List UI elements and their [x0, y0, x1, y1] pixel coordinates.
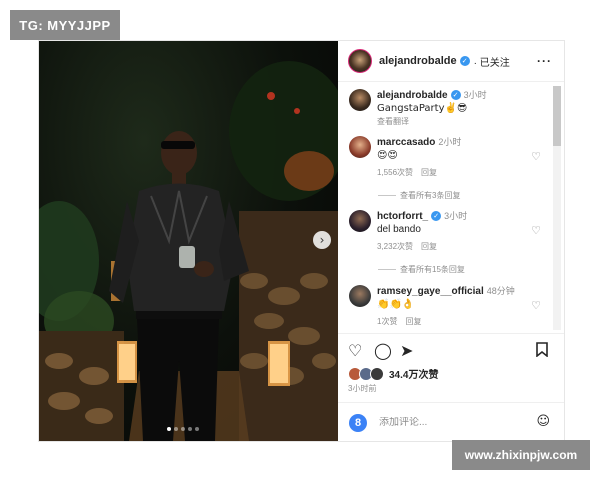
heart-icon[interactable]: ♡: [348, 342, 362, 360]
add-comment-bar: 8 ☺: [338, 402, 564, 441]
view-replies-link[interactable]: 查看所有3条回复: [378, 190, 460, 201]
comment-input[interactable]: [379, 417, 509, 428]
caption-text: GangstaParty✌️😎: [377, 103, 468, 114]
scrollbar-thumb[interactable]: [553, 86, 561, 146]
instagram-post-card: › alejandrobalde ✓ · 已关注 ··· alejandroba…: [38, 40, 565, 442]
author-avatar[interactable]: [348, 49, 372, 73]
comment-likes[interactable]: 1次赞: [377, 317, 397, 326]
comment-text: 👏👏👌: [377, 299, 415, 310]
caption-time: 3小时: [463, 90, 487, 100]
comment-like-icon[interactable]: ♡: [531, 299, 541, 312]
commenter-avatar[interactable]: [349, 210, 371, 232]
carousel-dot: [174, 427, 178, 431]
caption-username[interactable]: alejandrobalde: [377, 90, 448, 101]
verified-icon: ✓: [450, 90, 461, 101]
carousel-dot: [188, 427, 192, 431]
commenter-avatar[interactable]: [349, 285, 371, 307]
watermark-bottom: www.zhixinpjw.com: [452, 440, 590, 470]
reply-button[interactable]: 回复: [405, 317, 421, 326]
post-side-pane: alejandrobalde ✓ · 已关注 ··· alejandrobald…: [338, 41, 564, 441]
commenter-avatar[interactable]: [349, 136, 371, 158]
carousel-dot: [181, 427, 185, 431]
bookmark-icon[interactable]: [536, 342, 548, 361]
comment-icon[interactable]: ◯: [374, 342, 392, 360]
follow-status[interactable]: · 已关注: [474, 54, 510, 69]
comments-list: alejandrobalde ✓ 3小时 GangstaParty✌️😎 查看翻译 …: [338, 82, 564, 332]
comment-like-icon[interactable]: ♡: [531, 224, 541, 237]
comment-text: del bando: [377, 224, 421, 235]
view-replies-link[interactable]: 查看所有15条回复: [378, 264, 465, 275]
reply-button[interactable]: 回复: [421, 242, 437, 251]
comment-like-icon[interactable]: ♡: [531, 150, 541, 163]
post-header: alejandrobalde ✓ · 已关注 ···: [338, 41, 564, 82]
likes-count[interactable]: 34.4万次赞: [389, 366, 438, 381]
verified-icon: ✓: [431, 211, 442, 222]
liker-avatar: [370, 366, 384, 381]
translate-link[interactable]: 查看翻译: [377, 115, 549, 128]
comments-scrollbar[interactable]: [553, 86, 561, 330]
carousel-dots: [167, 427, 199, 431]
comment-likes[interactable]: 1,556次赞: [377, 168, 413, 177]
carousel-dot: [167, 427, 171, 431]
more-options-icon[interactable]: ···: [537, 54, 552, 68]
comment-username[interactable]: marccasado: [377, 137, 435, 148]
comment-time: 3小时: [444, 211, 468, 221]
comment-username[interactable]: hctorforrt_: [377, 211, 428, 222]
post-timestamp: 3小时前: [348, 384, 377, 393]
author-username[interactable]: alejandrobalde: [379, 55, 457, 67]
emoji-icon[interactable]: ☺: [536, 414, 550, 429]
verified-icon: ✓: [459, 56, 470, 66]
caption-avatar[interactable]: [349, 89, 371, 111]
photo-illustration: [39, 61, 338, 441]
likes-summary[interactable]: 34.4万次赞: [348, 366, 438, 381]
post-photo[interactable]: ›: [39, 41, 338, 441]
carousel-dot: [195, 427, 199, 431]
comment-username[interactable]: ramsey_gaye__official: [377, 286, 484, 297]
comment-time: 2小时: [438, 137, 462, 147]
comment-badge-icon: 8: [349, 413, 367, 432]
comment-likes[interactable]: 3,232次赞: [377, 242, 413, 251]
watermark-top: TG: MYYJJPP: [10, 10, 120, 40]
comment-text: 😍😍: [377, 150, 398, 161]
carousel-next-button[interactable]: ›: [313, 231, 331, 249]
share-icon[interactable]: ➤: [400, 342, 413, 360]
reply-button[interactable]: 回复: [421, 168, 437, 177]
comment-time: 48分钟: [486, 286, 515, 296]
